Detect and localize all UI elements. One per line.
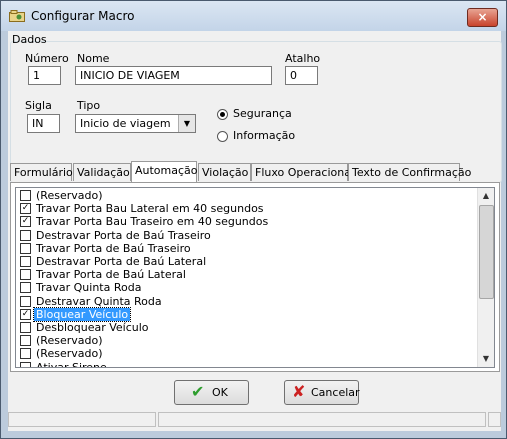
unchecked-checkbox[interactable] xyxy=(20,322,31,333)
sigla-field[interactable]: IN xyxy=(27,114,60,133)
nome-field[interactable]: INICIO DE VIAGEM xyxy=(75,66,272,85)
list-item[interactable]: Ativar Sirene xyxy=(17,360,475,368)
radio-seguranca-label[interactable]: Segurança xyxy=(233,107,292,120)
close-button[interactable]: × xyxy=(467,8,498,27)
numero-field[interactable]: 1 xyxy=(28,66,61,85)
atalho-field[interactable]: 0 xyxy=(285,66,318,85)
unchecked-checkbox[interactable] xyxy=(20,348,31,360)
unchecked-checkbox[interactable] xyxy=(20,256,31,267)
radio-seguranca[interactable] xyxy=(217,109,228,120)
list-item[interactable]: Travar Porta de Baú Traseiro xyxy=(17,242,475,255)
dialog-client-area: Dados Número 1 Nome INICIO DE VIAGEM Ata… xyxy=(8,31,502,431)
tab-formulario[interactable]: Formulário xyxy=(10,163,73,181)
unchecked-checkbox[interactable] xyxy=(20,295,31,307)
scroll-thumb[interactable] xyxy=(479,205,494,299)
tab-fluxo-operacional[interactable]: Fluxo Operacional xyxy=(251,163,354,181)
unchecked-checkbox[interactable] xyxy=(20,335,31,347)
list-item-label: (Reservado) xyxy=(36,189,103,202)
radio-informacao-label[interactable]: Informação xyxy=(233,129,295,142)
list-item[interactable]: Desbloquear Veículo xyxy=(17,321,475,334)
list-item-label: Destravar Porta de Baú Traseiro xyxy=(36,228,211,242)
ok-button-label: OK xyxy=(212,386,228,399)
list-item-label: Destravar Porta de Baú Lateral xyxy=(36,255,207,268)
list-item-label: Travar Porta de Baú Lateral xyxy=(36,268,186,282)
close-icon: × xyxy=(477,10,488,24)
x-cancel-icon: ✘ xyxy=(292,382,306,401)
title-bar[interactable]: Configurar Macro × xyxy=(1,1,506,31)
list-item[interactable]: Travar Quinta Roda xyxy=(17,281,475,294)
list-item[interactable]: ✓ Travar Porta Bau Traseiro em 40 segundo… xyxy=(17,215,475,228)
tab-strip: Formulário Validação Automação Violação … xyxy=(10,161,500,183)
configurar-macro-window: Configurar Macro × Dados Número 1 Nome I… xyxy=(0,0,507,439)
status-panel-1 xyxy=(8,412,156,427)
list-item-label: Travar Quinta Roda xyxy=(36,281,142,295)
tab-automacao[interactable]: Automação xyxy=(131,161,198,182)
list-item-label: (Reservado) xyxy=(36,334,103,348)
tipo-combobox[interactable]: Inicio de viagem ▼ xyxy=(75,114,196,133)
atalho-label: Atalho xyxy=(285,52,321,65)
radio-informacao[interactable] xyxy=(217,131,228,142)
list-item[interactable]: Destravar Quinta Roda xyxy=(17,295,475,308)
status-panel-2 xyxy=(158,412,486,427)
list-item[interactable]: Destravar Porta de Baú Lateral xyxy=(17,255,475,268)
list-item-label: (Reservado) xyxy=(36,347,103,361)
unchecked-checkbox[interactable] xyxy=(20,242,31,254)
tab-texto-de-confirmacao[interactable]: Texto de Confirmação xyxy=(348,163,471,181)
unchecked-checkbox[interactable] xyxy=(20,229,31,241)
list-item-label: Bloquear Veículo xyxy=(32,306,132,322)
chevron-down-icon[interactable]: ▼ xyxy=(178,115,195,132)
unchecked-checkbox[interactable] xyxy=(20,190,31,201)
tab-validacao[interactable]: Validação xyxy=(73,163,131,181)
vertical-scrollbar[interactable]: ▲ ▼ xyxy=(477,188,494,367)
automacao-tab-panel: (Reservado) ✓ Travar Porta Bau Lateral em … xyxy=(10,182,500,372)
list-item-label: Travar Porta Bau Traseiro em 40 segundos xyxy=(36,215,269,229)
macro-app-icon xyxy=(9,10,25,22)
list-item[interactable]: (Reservado) xyxy=(17,334,475,347)
unchecked-checkbox[interactable] xyxy=(20,361,31,367)
tipo-label: Tipo xyxy=(77,99,101,112)
nome-label: Nome xyxy=(77,52,110,65)
automation-checklist[interactable]: (Reservado) ✓ Travar Porta Bau Lateral em … xyxy=(15,187,495,368)
tipo-selected-value: Inicio de viagem xyxy=(80,117,171,130)
unchecked-checkbox[interactable] xyxy=(20,282,31,294)
window-title: Configurar Macro xyxy=(31,9,135,23)
list-item-label: Ativar Sirene xyxy=(36,360,107,368)
cancel-button[interactable]: ✘ Cancelar xyxy=(284,380,360,405)
list-item[interactable]: Destravar Porta de Baú Traseiro xyxy=(17,229,475,242)
list-item[interactable]: ✓ Travar Porta Bau Lateral em 40 segundos xyxy=(17,202,475,215)
list-item[interactable]: (Reservado) xyxy=(17,189,475,202)
scroll-down-icon[interactable]: ▼ xyxy=(478,351,494,367)
checked-checkbox[interactable]: ✓ xyxy=(20,308,31,320)
list-item-label: Travar Porta de Baú Traseiro xyxy=(36,241,191,255)
unchecked-checkbox[interactable] xyxy=(20,269,31,281)
list-item-label: Destravar Quinta Roda xyxy=(36,294,162,308)
status-bar xyxy=(8,410,501,430)
checked-checkbox[interactable]: ✓ xyxy=(20,216,31,228)
cancel-button-label: Cancelar xyxy=(311,386,360,399)
ok-button[interactable]: ✔ OK xyxy=(174,380,249,405)
list-item-label: Travar Porta Bau Lateral em 40 segundos xyxy=(36,202,264,216)
list-item[interactable]: (Reservado) xyxy=(17,347,475,360)
numero-label: Número xyxy=(25,52,69,65)
tab-violacao[interactable]: Violação xyxy=(198,163,251,181)
dados-group-label: Dados xyxy=(12,33,47,46)
list-item-label: Desbloquear Veículo xyxy=(36,321,149,334)
scroll-up-icon[interactable]: ▲ xyxy=(478,188,494,204)
checkmark-icon: ✔ xyxy=(191,382,205,401)
checked-checkbox[interactable]: ✓ xyxy=(20,203,31,215)
list-item[interactable]: Travar Porta de Baú Lateral xyxy=(17,268,475,281)
list-item[interactable]: ✓ Bloquear Veículo xyxy=(17,306,475,322)
size-grip[interactable] xyxy=(488,412,501,427)
sigla-label: Sigla xyxy=(25,99,52,112)
